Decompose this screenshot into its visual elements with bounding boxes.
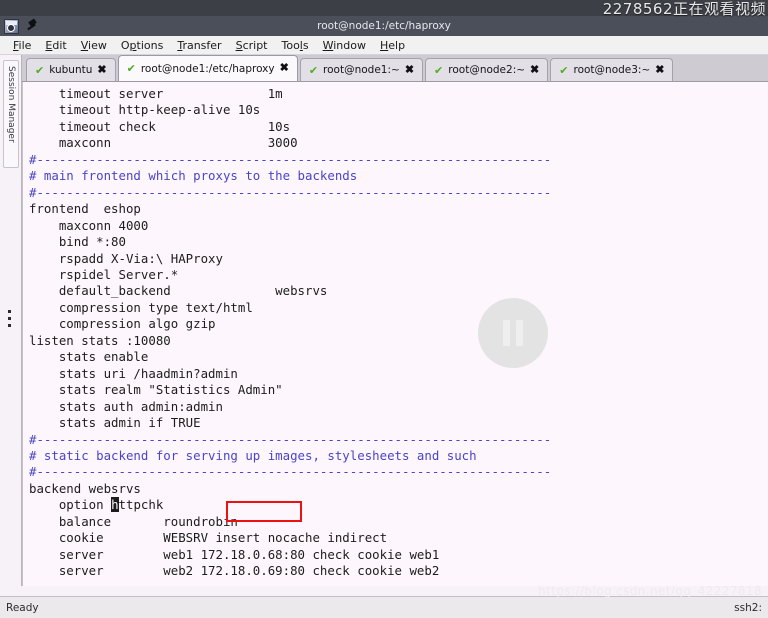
terminal-line: # main frontend which proxys to the back… (29, 168, 358, 184)
tab-connected-check-icon: ✔ (434, 63, 444, 77)
red-highlight-box (226, 501, 302, 522)
terminal-line: stats enable (29, 349, 149, 365)
status-protocol-text: ssh2: (734, 601, 762, 614)
rail-splitter-handle[interactable] (8, 310, 12, 330)
terminal-line: compression type text/html (29, 299, 253, 315)
menu-item-edit[interactable]: Edit (38, 38, 73, 53)
menu-item-help[interactable]: Help (373, 38, 412, 53)
status-ready-text: Ready (6, 601, 39, 614)
titlebar-icons (0, 18, 39, 34)
session-tab-1[interactable]: ✔ root@node1:/etc/haproxy ✖ (117, 55, 298, 81)
session-tab-3[interactable]: ✔ root@node2:~ ✖ (425, 58, 549, 81)
session-tab-label: root@node1:/etc/haproxy (140, 62, 275, 75)
terminal-line: #---------------------------------------… (29, 151, 552, 167)
sidebar-item-session-manager[interactable]: Session Manager (3, 60, 19, 168)
close-icon[interactable]: ✖ (530, 64, 539, 76)
terminal-line: frontend eshop (29, 201, 141, 217)
terminal-line: stats auth admin:admin (29, 398, 223, 414)
session-tab-4[interactable]: ✔ root@node3:~ ✖ (550, 58, 674, 81)
session-tab-label: root@node2:~ (448, 64, 526, 76)
video-overlay-top-strip: 2278562正在观看视频 (0, 0, 768, 18)
pin-icon[interactable] (26, 19, 39, 33)
terminal-line: bind *:80 (29, 234, 126, 250)
watermark-url: https://blog.csdn.net/qq_42227818 (538, 584, 762, 598)
menu-item-window[interactable]: Window (316, 38, 373, 53)
session-tab-label: root@node3:~ (573, 64, 651, 76)
session-tab-0[interactable]: ✔ kubuntu ✖ (26, 58, 116, 81)
terminal-line: rspidel Server.* (29, 266, 179, 282)
tab-connected-check-icon: ✔ (126, 62, 136, 75)
terminal-line: maxconn 4000 (29, 217, 149, 233)
menu-item-view[interactable]: View (74, 38, 114, 53)
session-tab-label: root@node1:~ (323, 64, 400, 76)
tab-connected-check-icon: ✔ (559, 63, 569, 77)
window-title: root@node1:/etc/haproxy (317, 20, 451, 32)
terminal-line: balance roundrobin (29, 513, 238, 529)
session-manager-label: Session Manager (6, 66, 16, 143)
session-tab-label: kubuntu (49, 64, 93, 76)
statusbar: Ready ssh2: (0, 596, 768, 618)
terminal-line: #---------------------------------------… (29, 431, 552, 447)
session-manager-rail: Session Manager (0, 55, 22, 595)
terminal-line: option httpchk (29, 497, 164, 513)
terminal-line: timeout http-keep-alive 10s (29, 102, 261, 118)
terminal-line: #---------------------------------------… (29, 464, 552, 480)
terminal-line: listen stats :10080 (29, 332, 171, 348)
securecrt-app-icon (4, 18, 19, 34)
menu-item-options[interactable]: Options (114, 38, 170, 53)
terminal-line: maxconn 3000 (29, 135, 298, 151)
menu-item-file[interactable]: File (6, 38, 38, 53)
menu-item-transfer[interactable]: Transfer (170, 38, 228, 53)
terminal-line: cookie WEBSRV insert nocache indirect (29, 530, 388, 546)
close-icon[interactable]: ✖ (405, 64, 414, 76)
close-icon[interactable]: ✖ (280, 63, 289, 74)
window-titlebar: root@node1:/etc/haproxy (0, 16, 768, 36)
terminal-line: server web1 172.18.0.68:80 check cookie … (29, 546, 440, 562)
terminal-cursor: h (111, 497, 119, 513)
terminal-line: timeout server 1m (29, 86, 283, 101)
pause-icon[interactable] (478, 298, 548, 368)
terminal-line: default_backend websrvs (29, 283, 328, 299)
tab-connected-check-icon: ✔ (308, 63, 319, 77)
terminal-line: timeout check 10s (29, 118, 291, 134)
terminal-pane[interactable]: timeout server 1m timeout http-keep-aliv… (22, 82, 768, 595)
session-tab-2[interactable]: ✔ root@node1:~ ✖ (299, 58, 424, 81)
terminal-line: stats admin if TRUE (29, 415, 201, 431)
terminal-line: stats realm "Statistics Admin" (29, 382, 283, 398)
viewers-watching-label: 2278562正在观看视频 (602, 0, 766, 18)
terminal-line: #---------------------------------------… (29, 184, 552, 200)
terminal-line: compression algo gzip (29, 316, 216, 332)
session-tab-strip: ✔ kubuntu ✖ ✔ root@node1:/etc/haproxy ✖ ✔ root@… (22, 55, 768, 82)
close-icon[interactable]: ✖ (655, 64, 664, 76)
terminal-text: timeout server 1m timeout http-keep-aliv… (23, 82, 768, 580)
terminal-line: # static backend for serving up images, … (29, 447, 477, 463)
terminal-line: server web2 172.18.0.69:80 check cookie … (29, 563, 440, 579)
securecrt-window: 2278562正在观看视频 root@node1:/etc/haproxy Fi… (0, 0, 768, 618)
close-icon[interactable]: ✖ (97, 64, 106, 76)
terminal-line: backend websrvs (29, 480, 141, 496)
menu-item-script[interactable]: Script (229, 38, 275, 53)
tab-connected-check-icon: ✔ (35, 63, 45, 77)
menu-item-tools[interactable]: Tools (274, 38, 315, 53)
terminal-line: rspadd X-Via:\ HAProxy (29, 250, 223, 266)
terminal-line: stats uri /haadmin?admin (29, 365, 238, 381)
menubar: File Edit View Options Transfer Script T… (0, 36, 768, 55)
